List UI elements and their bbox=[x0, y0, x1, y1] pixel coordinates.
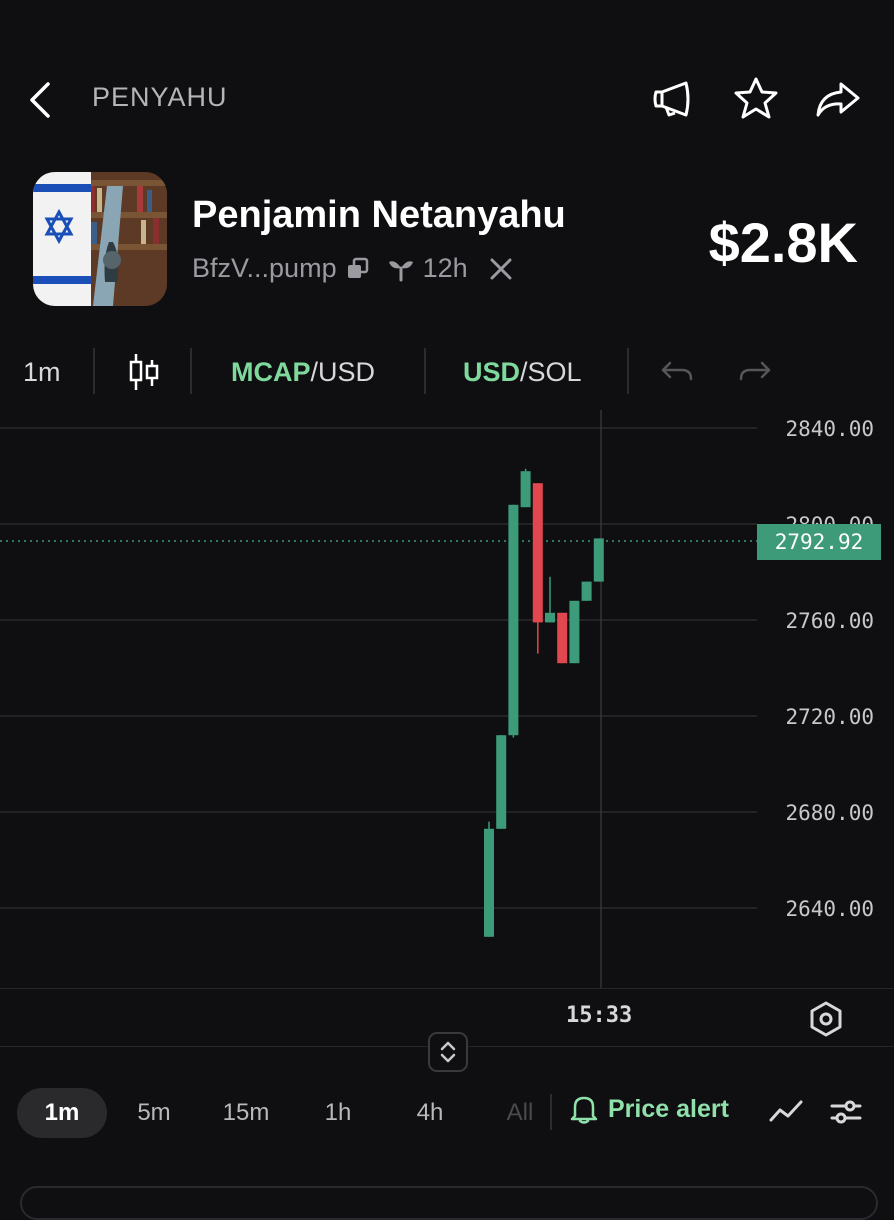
candle-body bbox=[532, 483, 543, 623]
candle-body bbox=[520, 471, 531, 508]
candlestick-icon bbox=[129, 354, 159, 390]
toolbar-divider bbox=[190, 348, 192, 394]
toolbar-divider bbox=[627, 348, 629, 394]
chart-bottom-divider bbox=[0, 988, 894, 989]
hexagon-settings-icon bbox=[810, 1001, 842, 1037]
bell-icon bbox=[570, 1096, 598, 1124]
timeframe-4h[interactable]: 4h bbox=[390, 1088, 470, 1138]
market-cap: $2.8K bbox=[708, 211, 858, 274]
timeframe-1m[interactable]: 1m bbox=[17, 1088, 107, 1138]
x-twitter-icon[interactable] bbox=[488, 256, 514, 282]
undo-icon bbox=[661, 361, 693, 381]
back-button[interactable] bbox=[24, 78, 64, 122]
y-tick-label: 2720.00 bbox=[785, 705, 874, 729]
toolbar-divider bbox=[93, 348, 95, 394]
undo-button[interactable] bbox=[660, 346, 694, 398]
usd-label: USD bbox=[463, 356, 521, 387]
y-tick-label: 2840.00 bbox=[785, 417, 874, 441]
candle-body bbox=[545, 612, 555, 623]
current-price-tag: 2792.92 bbox=[757, 524, 881, 560]
share-icon bbox=[816, 82, 860, 117]
crosshair-time-label: 15:33 bbox=[566, 1003, 633, 1028]
redo-icon bbox=[739, 361, 771, 381]
candle-body bbox=[557, 612, 568, 664]
favorite-button[interactable] bbox=[731, 74, 781, 124]
candle-body bbox=[484, 828, 494, 937]
copy-icon[interactable] bbox=[345, 256, 371, 282]
candle-body bbox=[569, 600, 580, 664]
chart-toolbar: 1m MCAP/USD USD/SOL bbox=[0, 346, 894, 398]
expand-vertical-icon bbox=[440, 1041, 456, 1063]
bottom-panel-edge bbox=[20, 1186, 878, 1220]
redo-button[interactable] bbox=[738, 346, 772, 398]
expand-handle[interactable] bbox=[428, 1032, 468, 1072]
timeframe-1h[interactable]: 1h bbox=[298, 1088, 378, 1138]
token-address[interactable]: BfzV...pump bbox=[192, 253, 337, 284]
mcap-label: MCAP bbox=[231, 356, 311, 387]
timeframe-all[interactable]: All bbox=[490, 1088, 550, 1138]
mcap-suffix: /USD bbox=[310, 356, 376, 387]
price-alert-button[interactable]: Price alert bbox=[570, 1094, 729, 1124]
megaphone-icon bbox=[653, 81, 690, 117]
sliders-icon bbox=[830, 1100, 862, 1124]
bottom-divider bbox=[550, 1094, 552, 1130]
timeframe-5m[interactable]: 5m bbox=[115, 1088, 193, 1138]
y-tick-label: 2760.00 bbox=[785, 609, 874, 633]
mcap-usd-toggle[interactable]: MCAP/USD bbox=[231, 346, 375, 398]
token-age: 12h bbox=[422, 253, 468, 283]
token-avatar bbox=[33, 172, 167, 306]
candle-body bbox=[581, 581, 592, 601]
candlestick-chart[interactable]: 2840.002800.002760.002720.002680.002640.… bbox=[0, 410, 894, 990]
timeframe-15m[interactable]: 15m bbox=[203, 1088, 289, 1138]
chart-type-button[interactable] bbox=[128, 346, 160, 398]
chart-options-button[interactable] bbox=[828, 1094, 864, 1130]
token-meta: BfzV...pump 12h bbox=[192, 253, 514, 284]
chart-settings-button[interactable] bbox=[805, 998, 847, 1040]
toolbar-divider bbox=[424, 348, 426, 394]
candle-body bbox=[508, 504, 519, 736]
price-chart[interactable]: 2840.002800.002760.002720.002680.002640.… bbox=[0, 410, 894, 990]
page-title: PENYAHU bbox=[92, 82, 228, 112]
y-tick-label: 2680.00 bbox=[785, 801, 874, 825]
back-icon bbox=[30, 82, 50, 118]
share-button[interactable] bbox=[813, 74, 863, 124]
megaphone-button[interactable] bbox=[648, 74, 698, 124]
line-chart-icon bbox=[769, 1100, 803, 1122]
indicators-button[interactable] bbox=[768, 1094, 804, 1130]
candle-body bbox=[496, 735, 507, 829]
price-alert-label: Price alert bbox=[608, 1094, 729, 1123]
token-name: Penjamin Netanyahu bbox=[192, 194, 566, 236]
candle-body bbox=[593, 538, 604, 582]
y-tick-label: 2640.00 bbox=[785, 897, 874, 921]
star-icon bbox=[734, 77, 778, 119]
sprout-icon bbox=[388, 260, 413, 281]
usd-suffix: /SOL bbox=[520, 356, 582, 387]
interval-selector[interactable]: 1m bbox=[23, 346, 61, 398]
usd-sol-toggle[interactable]: USD/SOL bbox=[463, 346, 582, 398]
